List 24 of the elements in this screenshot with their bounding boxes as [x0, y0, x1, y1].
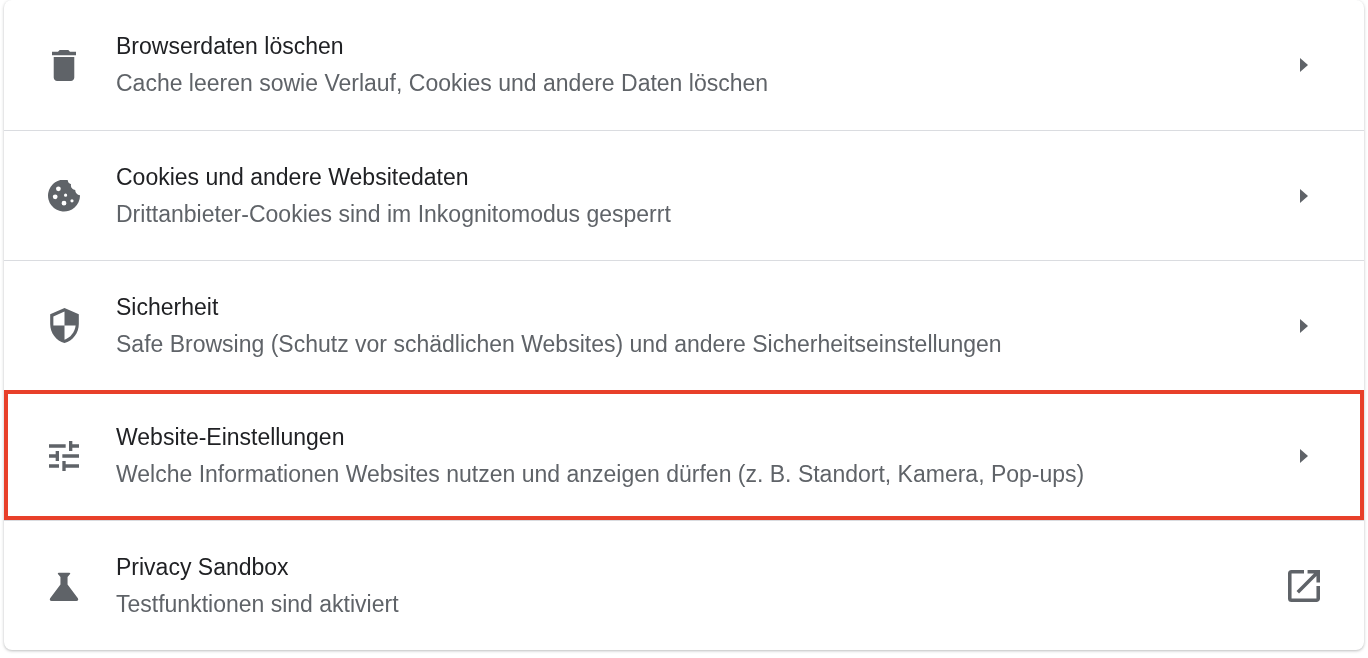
row-title: Cookies und andere Websitedaten [116, 163, 470, 191]
settings-row[interactable]: Website-Einstellungen Welche Informationen Websites nutzen und anzeigen dürfen (z. B. Standort, Kamera, Pop-ups) [4, 390, 1364, 520]
row-description: Testfunktionen sind aktiviert [116, 590, 400, 618]
row-title: Website-Einstellungen [116, 423, 346, 451]
external-link-icon [1288, 569, 1320, 602]
row-description: Drittanbieter-Cookies sind im Inkognitomodus gesperrt [116, 200, 672, 228]
settings-row[interactable]: Browserdaten löschen Cache leeren sowie Verlauf, Cookies und andere Daten löschen [4, 0, 1364, 130]
settings-row[interactable]: Sicherheit Safe Browsing (Schutz vor schädlichen Websites) und andere Sicherheitseinstellungen [4, 260, 1364, 390]
trash-icon [52, 49, 76, 81]
caret-icon [1300, 58, 1308, 72]
row-title: Privacy Sandbox [116, 553, 290, 581]
caret-icon [1300, 188, 1308, 203]
sliders-icon [49, 440, 79, 471]
row-description: Safe Browsing (Schutz vor schädlichen Websites) und andere Sicherheitseinstellungen [116, 330, 1003, 358]
row-description: Cache leeren sowie Verlauf, Cookies und andere Daten löschen [116, 70, 770, 97]
settings-row[interactable]: Privacy Sandbox Testfunktionen sind aktiviert [4, 520, 1364, 650]
row-title: Browserdaten löschen [116, 33, 345, 60]
settings-row[interactable]: Cookies und andere Websitedaten Drittanbieter-Cookies sind im Inkognitomodus gesperrt [4, 130, 1364, 260]
caret-icon [1300, 318, 1308, 333]
row-title: Sicherheit [116, 293, 220, 321]
row-description: Welche Informationen Websites nutzen und anzeigen dürfen (z. B. Standort, Kamera, Pop-ups) [116, 460, 1086, 488]
shield-icon [49, 308, 79, 343]
cookie-icon [48, 179, 80, 212]
caret-icon [1300, 448, 1308, 463]
